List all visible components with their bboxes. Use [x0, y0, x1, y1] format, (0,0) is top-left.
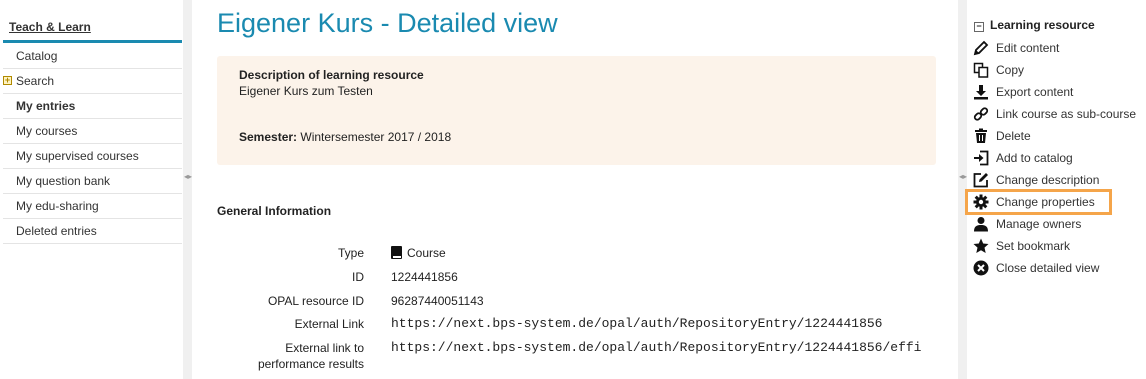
edit-icon: [973, 173, 988, 188]
nav-item-my-supervised-courses[interactable]: My supervised courses: [3, 144, 182, 169]
page-title: Eigener Kurs - Detailed view: [217, 8, 558, 38]
description-label: Description of learning resource: [239, 68, 424, 82]
info-label: External link to performance results: [217, 340, 364, 372]
action-label: Change description: [996, 173, 1100, 187]
nav-item-deleted-entries[interactable]: Deleted entries: [3, 219, 182, 244]
close-icon: [973, 260, 989, 276]
info-value: 96287440051143: [391, 294, 484, 308]
resize-grip-icon: ◂▸: [959, 172, 968, 181]
action-edit-content[interactable]: Edit content: [973, 37, 1146, 59]
nav-item-my-edu-sharing[interactable]: My edu-sharing: [3, 194, 182, 219]
nav-title-underline: [3, 40, 182, 43]
semester-value: Wintersemester 2017 / 2018: [300, 130, 452, 144]
external-link-value[interactable]: https://next.bps-system.de/opal/auth/Rep…: [391, 316, 882, 332]
action-label: Copy: [996, 63, 1025, 77]
action-label: Export content: [996, 85, 1074, 99]
action-delete[interactable]: Delete: [973, 125, 1146, 147]
info-label: OPAL resource ID: [267, 294, 364, 308]
action-manage-owners[interactable]: Manage owners: [973, 213, 1146, 235]
book-icon: [391, 246, 402, 259]
nav-item-search[interactable]: + Search: [3, 69, 182, 94]
star-icon: [973, 238, 989, 253]
nav-list: Catalog + Search My entries My courses My…: [3, 44, 182, 244]
download-icon: [974, 85, 988, 100]
sign-in-icon: [974, 150, 989, 166]
description-text: Eigener Kurs zum Testen: [239, 84, 373, 98]
action-label: Set bookmark: [996, 239, 1071, 253]
action-export-content[interactable]: Export content: [973, 81, 1146, 103]
info-label: External Link: [294, 317, 364, 331]
panel-title: Learning resource: [990, 18, 1095, 32]
left-navigation: Teach & Learn Catalog + Search My entries…: [0, 0, 183, 379]
perf-label-line-1: External link to: [285, 341, 364, 355]
nav-item-label: My question bank: [16, 174, 111, 188]
action-list: Edit content Copy Export content Link co…: [965, 37, 1146, 279]
info-label: ID: [352, 270, 364, 284]
nav-item-label: Search: [16, 74, 55, 88]
nav-item-my-entries[interactable]: My entries: [3, 94, 182, 119]
action-set-bookmark[interactable]: Set bookmark: [973, 235, 1146, 257]
action-label: Delete: [996, 129, 1031, 143]
action-label: Link course as sub-course: [996, 107, 1137, 121]
link-icon: [973, 107, 989, 121]
nav-item-label: My courses: [16, 124, 78, 138]
trash-icon: [975, 128, 987, 143]
description-box: Description of learning resource Eigener…: [217, 56, 936, 165]
nav-item-label: Catalog: [16, 49, 58, 63]
action-close-detailed-view[interactable]: Close detailed view: [973, 257, 1146, 279]
action-label: Add to catalog: [996, 151, 1073, 165]
collapse-minus-icon[interactable]: −: [974, 22, 984, 32]
copy-icon: [973, 62, 989, 78]
semester-label: Semester:: [239, 130, 298, 144]
info-label: Type: [337, 246, 364, 260]
panel-header[interactable]: − Learning resource: [974, 18, 1095, 32]
right-action-panel: − Learning resource Edit content Copy Exp…: [965, 0, 1146, 379]
info-value: Course: [391, 245, 446, 261]
nav-item-catalog[interactable]: Catalog: [3, 44, 182, 69]
action-change-description[interactable]: Change description: [973, 169, 1146, 191]
expand-plus-icon[interactable]: +: [3, 76, 12, 85]
action-change-properties[interactable]: Change properties: [965, 189, 1112, 215]
main-content: Eigener Kurs - Detailed view Description…: [193, 0, 956, 379]
action-link-sub-course[interactable]: Link course as sub-course: [973, 103, 1146, 125]
nav-item-label: Deleted entries: [16, 224, 97, 238]
resize-grip-icon: ◂▸: [184, 172, 193, 181]
action-label: Edit content: [996, 41, 1060, 55]
nav-item-label: My edu-sharing: [16, 199, 99, 213]
nav-item-label: My supervised courses: [16, 149, 139, 163]
performance-link-value[interactable]: https://next.bps-system.de/opal/auth/Rep…: [391, 340, 922, 356]
action-label: Change properties: [996, 195, 1095, 209]
action-label: Manage owners: [996, 217, 1082, 231]
nav-item-my-question-bank[interactable]: My question bank: [3, 169, 182, 194]
left-resize-handle[interactable]: ◂▸: [183, 0, 192, 379]
action-add-to-catalog[interactable]: Add to catalog: [973, 147, 1146, 169]
semester-line: Semester: Wintersemester 2017 / 2018: [239, 130, 451, 144]
perf-label-line-2: performance results: [257, 357, 364, 371]
nav-item-my-courses[interactable]: My courses: [3, 119, 182, 144]
user-icon: [974, 217, 988, 232]
gear-icon: [973, 194, 989, 210]
nav-item-label: My entries: [16, 99, 76, 113]
type-value: Course: [407, 246, 446, 260]
action-label: Close detailed view: [996, 261, 1100, 275]
info-value: 1224441856: [391, 270, 458, 284]
pencil-icon: [973, 40, 989, 56]
nav-title[interactable]: Teach & Learn: [9, 20, 91, 34]
right-resize-handle[interactable]: ◂▸: [958, 0, 967, 379]
action-copy[interactable]: Copy: [973, 59, 1146, 81]
general-info-title: General Information: [217, 204, 332, 218]
